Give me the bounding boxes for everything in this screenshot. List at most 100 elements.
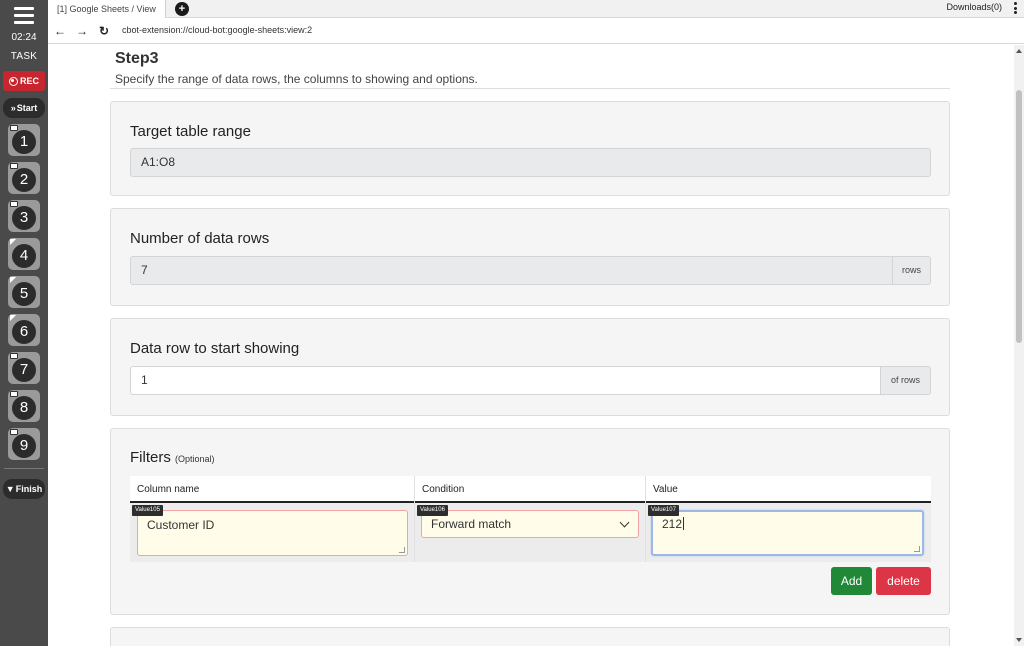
step-list: 1 2 3 ◤ 4 ◤ 5 ◤ 6 7 8 9: [8, 124, 40, 460]
task-label: TASK: [10, 51, 38, 62]
step-number: 6: [12, 320, 36, 344]
page-scrollbar[interactable]: [1014, 45, 1024, 646]
column-name-cell: Value105 Customer ID: [130, 503, 415, 562]
cursor-icon: ◤: [10, 275, 17, 284]
window-icon: [10, 391, 18, 397]
next-card: [110, 627, 950, 646]
field-tag: Value107: [648, 505, 679, 516]
resize-handle-icon[interactable]: [399, 547, 405, 553]
start-button[interactable]: » Start: [3, 98, 45, 118]
window-icon: [10, 429, 18, 435]
step-number: 2: [12, 168, 36, 192]
reload-icon[interactable]: ↻: [96, 23, 112, 39]
sidebar-divider: [4, 468, 44, 469]
tab-bar: [1] Google Sheets / View + Downloads(0): [48, 0, 1024, 18]
step-button-5[interactable]: ◤ 5: [8, 276, 40, 308]
add-filter-button[interactable]: Add: [831, 567, 872, 595]
url-text[interactable]: cbot-extension://cloud-bot:google-sheets…: [122, 25, 312, 35]
target-range-card: Target table range A1:O8: [110, 101, 950, 196]
page-description: Specify the range of data rows, the colu…: [115, 72, 478, 86]
table-row: Value105 Customer ID Value106 Forward ma…: [130, 503, 931, 562]
data-rows-label: Number of data rows: [130, 230, 270, 247]
optional-note: (Optional): [175, 454, 215, 464]
record-button[interactable]: REC: [3, 71, 45, 91]
finish-icon: ▼: [5, 484, 15, 494]
finish-button[interactable]: ▼ Finish: [3, 479, 45, 499]
new-tab-icon[interactable]: +: [175, 2, 189, 16]
task-sidebar: 02:24 TASK REC » Start 1 2 3 ◤ 4 ◤ 5 ◤ 6 7 …: [0, 0, 48, 646]
scrollbar-thumb[interactable]: [1016, 90, 1022, 343]
menu-icon[interactable]: [0, 2, 48, 28]
condition-value: Forward match: [431, 517, 512, 531]
more-options-icon[interactable]: [1012, 2, 1018, 14]
record-label: REC: [19, 76, 39, 86]
cursor-icon: ◤: [10, 237, 17, 246]
filter-value-text: 212: [662, 517, 683, 531]
window-icon: [10, 125, 18, 131]
step-number: 8: [12, 396, 36, 420]
window-icon: [10, 163, 18, 169]
filters-card: Filters (Optional) Column name Condition…: [110, 428, 950, 615]
finish-label: Finish: [15, 484, 43, 494]
start-row-card: Data row to start showing 1 of rows: [110, 318, 950, 416]
text-caret: [683, 517, 685, 530]
window-icon: [10, 201, 18, 207]
record-icon: [8, 76, 18, 86]
delete-filter-button[interactable]: delete: [876, 567, 931, 595]
scroll-down-icon[interactable]: [1016, 638, 1022, 642]
step-button-4[interactable]: ◤ 4: [8, 238, 40, 270]
browser-tab[interactable]: [1] Google Sheets / View: [48, 0, 166, 18]
column-header-condition: Condition: [415, 476, 646, 503]
step-button-3[interactable]: 3: [8, 200, 40, 232]
step-header: Step3 Specify the range of data rows, th…: [115, 50, 478, 86]
chevron-double-down-icon: »: [10, 103, 16, 113]
column-header-name: Column name: [130, 476, 415, 503]
resize-handle-icon[interactable]: [914, 546, 920, 552]
column-name-value: Customer ID: [147, 518, 215, 532]
step-button-7[interactable]: 7: [8, 352, 40, 384]
column-name-input[interactable]: Customer ID: [137, 510, 408, 556]
data-rows-field: 7: [130, 256, 893, 285]
step-number: 7: [12, 358, 36, 382]
step-number: 3: [12, 206, 36, 230]
back-icon[interactable]: ←: [52, 23, 68, 39]
page-content: Step3 Specify the range of data rows, th…: [48, 45, 1014, 646]
target-range-field: A1:O8: [130, 148, 931, 177]
step-button-6[interactable]: ◤ 6: [8, 314, 40, 346]
task-timer: 02:24: [11, 32, 37, 43]
field-tag: Value106: [417, 505, 448, 516]
step-button-1[interactable]: 1: [8, 124, 40, 156]
data-rows-card: Number of data rows 7 rows: [110, 208, 950, 306]
field-tag: Value105: [132, 505, 163, 516]
scroll-up-icon[interactable]: [1016, 49, 1022, 53]
filter-value-input[interactable]: 212: [651, 510, 924, 556]
start-row-label: Data row to start showing: [130, 340, 300, 357]
condition-cell: Value106 Forward match: [415, 503, 646, 562]
step-button-8[interactable]: 8: [8, 390, 40, 422]
rows-unit: rows: [892, 256, 931, 285]
downloads-button[interactable]: Downloads(0): [946, 0, 1002, 14]
page-title: Step3: [115, 50, 159, 67]
target-range-label: Target table range: [130, 123, 251, 140]
header-divider: [110, 88, 950, 89]
step-number: 4: [12, 244, 36, 268]
condition-select[interactable]: Forward match: [421, 510, 639, 538]
start-label: Start: [16, 103, 38, 113]
step-button-2[interactable]: 2: [8, 162, 40, 194]
step-number: 9: [12, 434, 36, 458]
column-header-value: Value: [653, 484, 678, 495]
start-row-input[interactable]: 1: [130, 366, 881, 395]
chevron-down-icon: [619, 517, 630, 528]
of-rows-unit: of rows: [880, 366, 931, 395]
address-bar: ← → ↻ cbot-extension://cloud-bot:google-…: [48, 19, 1024, 44]
filters-table-header: Column name Condition Value: [130, 476, 931, 503]
step-number: 5: [12, 282, 36, 306]
step-button-9[interactable]: 9: [8, 428, 40, 460]
filters-label: Filters (Optional): [130, 449, 215, 466]
cursor-icon: ◤: [10, 313, 17, 322]
filters-title: Filters: [130, 449, 171, 466]
filters-table: Column name Condition Value Value105 Cus…: [130, 476, 931, 562]
forward-icon[interactable]: →: [74, 23, 90, 39]
step-number: 1: [12, 130, 36, 154]
window-icon: [10, 353, 18, 359]
